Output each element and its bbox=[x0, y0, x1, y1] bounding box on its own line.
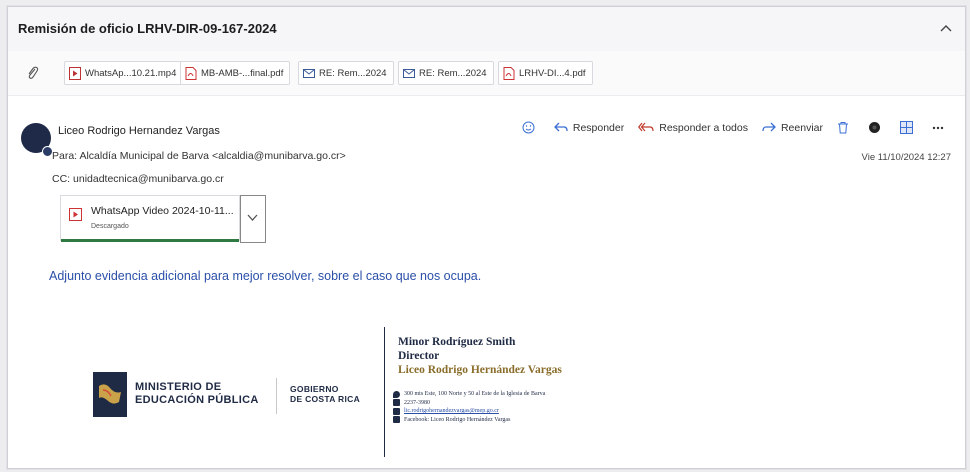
attachment-label: WhatsAp...10.21.mp4 bbox=[85, 67, 177, 79]
ellipsis-icon bbox=[932, 126, 944, 129]
reply-all-button[interactable]: Responder a todos bbox=[638, 122, 748, 134]
downloaded-attachment[interactable]: WhatsApp Video 2024-10-11... Descargado bbox=[60, 195, 240, 242]
attachment-chip-1[interactable]: WhatsAp...10.21.mp4 bbox=[64, 61, 184, 85]
email-message-icon bbox=[403, 68, 415, 78]
message-actions: Responder Responder a todos Reenviar bbox=[508, 121, 949, 134]
paperclip-icon bbox=[28, 66, 39, 79]
cc-line: CC: unidadtecnica@munibarva.go.cr bbox=[52, 173, 224, 185]
attachment-chip-2[interactable]: MB-AMB-...final.pdf bbox=[180, 61, 291, 85]
sent-date: Vie 11/10/2024 12:27 bbox=[861, 152, 951, 163]
government-name: GOBIERNO DE COSTA RICA bbox=[290, 384, 361, 404]
chevron-up-icon[interactable] bbox=[939, 21, 953, 35]
attachment-filename: WhatsApp Video 2024-10-11... bbox=[91, 205, 234, 217]
attachments-bar: WhatsAp...10.21.mp4 MB-AMB-...final.pdf … bbox=[8, 51, 965, 96]
reply-all-label: Responder a todos bbox=[659, 121, 748, 134]
logo-divider bbox=[276, 378, 277, 414]
signature-email-link[interactable]: lic.rodrigohernandezvargas@mep.go.cr bbox=[404, 407, 499, 416]
chevron-down-icon bbox=[247, 210, 258, 224]
to-line: Para: Alcaldía Municipal de Barva <alcal… bbox=[52, 150, 346, 162]
pdf-file-icon bbox=[185, 66, 197, 80]
forward-icon bbox=[762, 122, 776, 132]
email-reading-pane: Remisión de oficio LRHV-DIR-09-167-2024 … bbox=[7, 6, 966, 469]
sender-name[interactable]: Liceo Rodrigo Hernandez Vargas bbox=[58, 125, 220, 137]
video-file-icon bbox=[69, 66, 81, 80]
pdf-file-icon bbox=[503, 66, 515, 80]
to-recipient[interactable]: Alcaldía Municipal de Barva <alcaldia@mu… bbox=[79, 150, 345, 162]
reply-label: Responder bbox=[572, 121, 625, 134]
download-status: Descargado bbox=[91, 223, 129, 230]
phone: 2237-3980 bbox=[404, 399, 430, 406]
signer-school: Liceo Rodrigo Hernández Vargas bbox=[398, 364, 562, 376]
reply-icon bbox=[553, 122, 568, 132]
email-icon bbox=[393, 407, 400, 415]
facebook-icon bbox=[393, 416, 400, 424]
attachment-options-button[interactable] bbox=[240, 195, 266, 243]
signer-name: Minor Rodríguez Smith bbox=[398, 336, 516, 348]
attachment-chip-5[interactable]: LRHV-DI...4.pdf bbox=[498, 61, 593, 85]
address: 300 mts Este, 100 Norte y 50 al Este de … bbox=[404, 391, 546, 397]
facebook[interactable]: Facebook: Liceo Rodrigo Hernández Vargas bbox=[404, 416, 510, 425]
signer-title: Director bbox=[398, 350, 440, 362]
delete-button[interactable] bbox=[837, 121, 854, 134]
apps-button[interactable] bbox=[900, 121, 918, 134]
ministry-logo bbox=[93, 372, 127, 417]
signature-divider bbox=[384, 327, 385, 457]
forward-button[interactable]: Reenviar bbox=[762, 122, 823, 134]
reply-button[interactable]: Responder bbox=[553, 121, 625, 134]
video-file-icon bbox=[69, 208, 82, 221]
ministry-name: MINISTERIO DE EDUCACIÓN PÚBLICA bbox=[135, 381, 259, 406]
signature-contact: 300 mts Este, 100 Norte y 50 al Este de … bbox=[393, 390, 545, 424]
attachment-chip-3[interactable]: RE: Rem...2024 bbox=[298, 61, 394, 85]
attachment-chip-4[interactable]: RE: Rem...2024 bbox=[398, 61, 494, 85]
cc-recipient[interactable]: unidadtecnica@munibarva.go.cr bbox=[73, 173, 224, 185]
cc-label: CC: bbox=[52, 173, 71, 185]
emoji-reaction-button[interactable] bbox=[522, 121, 540, 134]
email-message-icon bbox=[303, 68, 315, 78]
location-pin-icon bbox=[393, 390, 400, 398]
attachment-label: LRHV-DI...4.pdf bbox=[519, 67, 586, 79]
circle-dot-icon bbox=[869, 122, 880, 133]
grid-icon bbox=[900, 121, 913, 134]
attachment-label: RE: Rem...2024 bbox=[319, 67, 387, 79]
download-progress-bar bbox=[61, 239, 239, 242]
subject-bar: Remisión de oficio LRHV-DIR-09-167-2024 bbox=[8, 7, 965, 52]
trash-icon bbox=[838, 122, 848, 134]
signature-block: Minor Rodríguez Smith Director Liceo Rod… bbox=[398, 335, 562, 377]
forward-label: Reenviar bbox=[780, 121, 823, 134]
to-label: Para: bbox=[52, 150, 78, 162]
email-subject: Remisión de oficio LRHV-DIR-09-167-2024 bbox=[18, 21, 277, 36]
category-button[interactable] bbox=[868, 121, 886, 134]
attachment-label: RE: Rem...2024 bbox=[419, 67, 487, 79]
more-options-button[interactable] bbox=[932, 126, 949, 130]
attachment-label: MB-AMB-...final.pdf bbox=[201, 67, 284, 79]
phone-icon bbox=[393, 399, 400, 407]
smiley-icon bbox=[522, 121, 535, 134]
reply-all-icon bbox=[638, 122, 654, 132]
message-body: Adjunto evidencia adicional para mejor r… bbox=[49, 269, 482, 283]
